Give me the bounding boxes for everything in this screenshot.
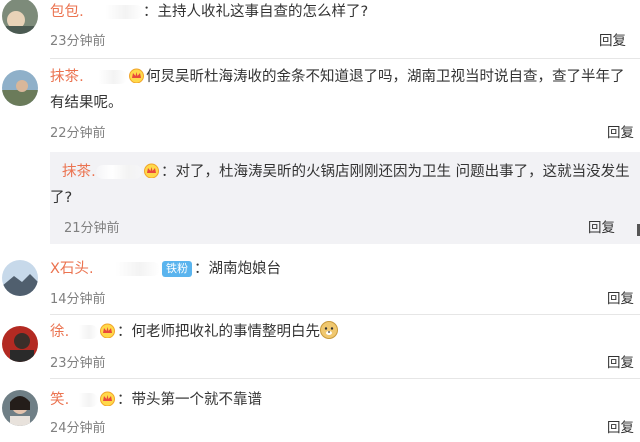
comment-text: ：主持人收礼这事自查的怎么样了? bbox=[143, 4, 369, 20]
comment-item: X石头… 铁粉：湖南炮娘台 14分钟前 回复 bbox=[0, 252, 640, 312]
comment-item: 笑… ：带头第一个就不靠谱 24分钟前 回复 bbox=[0, 380, 640, 442]
comment-text-line: 抹茶… ：对了，杜海涛吴昕的火锅店刚刚还因为卫生 问题出事了，这就当没发生 bbox=[62, 160, 630, 184]
reply-button[interactable]: 回复 bbox=[607, 121, 634, 141]
redaction-smudge bbox=[68, 393, 98, 407]
username[interactable]: X石头… bbox=[50, 257, 92, 281]
reply-button[interactable]: 回复 bbox=[588, 216, 615, 236]
comment-item: 徐… ：何老师把收礼的事情整明白先 23分钟前 回复 bbox=[0, 316, 640, 376]
divider bbox=[50, 378, 640, 379]
comment-text: 有结果呢。 bbox=[50, 95, 123, 111]
redaction-smudge bbox=[96, 165, 142, 179]
comment-item: 抹茶… 何炅吴昕杜海涛收的金条不知道退了吗，湖南卫视当时说自查，查了半年了 有结果… bbox=[0, 60, 640, 150]
comment-time: 22分钟前 bbox=[50, 126, 106, 141]
fan-badge: 铁粉 bbox=[162, 261, 192, 277]
comment-time: 24分钟前 bbox=[50, 421, 106, 436]
avatar[interactable] bbox=[2, 0, 38, 34]
comment-text: ：对了，杜海涛吴昕的火锅店刚刚还因为卫生 问题出事了，这就当没发生 bbox=[161, 164, 630, 180]
redaction-smudge bbox=[85, 5, 143, 19]
redaction-smudge bbox=[68, 325, 98, 339]
avatar[interactable] bbox=[2, 326, 38, 362]
avatar[interactable] bbox=[2, 70, 38, 106]
comment-text-line: X石头… 铁粉：湖南炮娘台 bbox=[50, 257, 281, 281]
comment-text: ：湖南炮娘台 bbox=[194, 261, 281, 277]
comment-time: 23分钟前 bbox=[50, 34, 106, 49]
comment-time: 23分钟前 bbox=[50, 356, 106, 371]
comment-time: 14分钟前 bbox=[50, 292, 106, 307]
sub-reply-box: 抹茶…：对了，杜海涛吴昕的火锅店刚刚还因为卫生 问题出事了，这就当没发生 了? … bbox=[50, 152, 640, 244]
comment-text-line: 抹茶… 何炅吴昕杜海涛收的金条不知道退了吗，湖南卫视当时说自查，查了半年了 bbox=[50, 65, 625, 89]
divider bbox=[50, 314, 640, 315]
redaction-smudge bbox=[92, 262, 160, 276]
comment-text-line: 包包… ：主持人收礼这事自查的怎么样了? bbox=[50, 0, 368, 24]
username[interactable]: 笑… bbox=[50, 388, 68, 412]
comment-text-line: 了? bbox=[50, 186, 72, 210]
comment-text-line: 笑… ：带头第一个就不靠谱 bbox=[50, 388, 262, 412]
crown-vip-icon bbox=[144, 163, 159, 178]
comment-item: 包包… ：主持人收礼这事自查的怎么样了? 23分钟前 回复 bbox=[0, 0, 640, 58]
doge-emoji-icon bbox=[320, 321, 338, 339]
comment-text: ：带头第一个就不靠谱 bbox=[117, 392, 262, 408]
username[interactable]: 抹茶… bbox=[62, 160, 96, 184]
comment-text: ：何老师把收礼的事情整明白先 bbox=[117, 324, 320, 340]
reply-button[interactable]: 回复 bbox=[599, 29, 626, 49]
crown-vip-icon bbox=[100, 391, 115, 406]
username[interactable]: 徐… bbox=[50, 320, 68, 344]
comment-text: 了? bbox=[50, 190, 73, 206]
reply-button[interactable]: 回复 bbox=[607, 351, 634, 371]
reply-button[interactable]: 回复 bbox=[607, 287, 634, 307]
divider bbox=[50, 58, 640, 59]
username[interactable]: 抹茶… bbox=[50, 65, 83, 89]
comment-time: 21分钟前 bbox=[64, 221, 120, 236]
comment-text-line: 徐… ：何老师把收礼的事情整明白先 bbox=[50, 320, 338, 344]
comment-text: 何炅吴昕杜海涛收的金条不知道退了吗，湖南卫视当时说自查，查了半年了 bbox=[146, 69, 625, 85]
crown-vip-icon bbox=[129, 68, 144, 83]
avatar[interactable] bbox=[2, 260, 38, 296]
crown-vip-icon bbox=[100, 323, 115, 338]
avatar[interactable] bbox=[2, 390, 38, 426]
username[interactable]: 包包… bbox=[50, 0, 85, 24]
redaction-smudge bbox=[83, 70, 127, 84]
reply-button[interactable]: 回复 bbox=[607, 416, 634, 436]
comment-text-line: 有结果呢。 bbox=[50, 91, 123, 115]
